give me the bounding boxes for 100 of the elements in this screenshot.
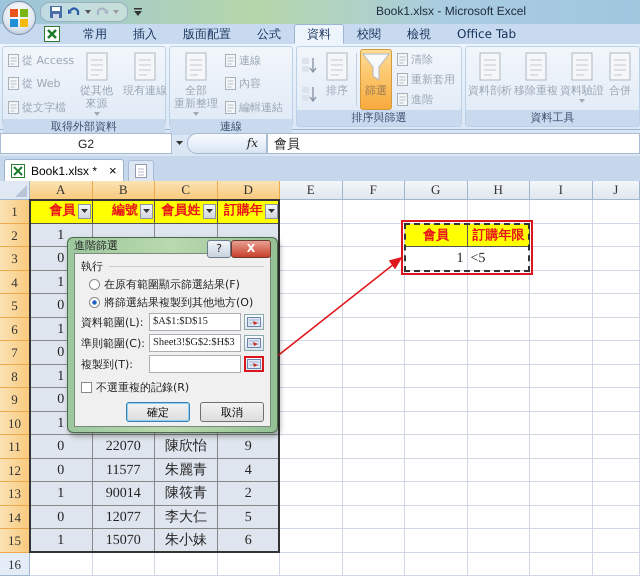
row-header[interactable]: 4 [0, 270, 30, 294]
customize-caret-icon[interactable] [134, 8, 142, 16]
office-button[interactable] [2, 1, 36, 35]
ribbon-tab[interactable]: 資料 [294, 24, 344, 44]
empty-cell [530, 200, 592, 224]
column-header[interactable]: A [30, 181, 92, 200]
row-header[interactable]: 8 [0, 364, 30, 388]
empty-cell [592, 224, 640, 247]
row-header[interactable]: 3 [0, 247, 30, 270]
range-picker-button[interactable] [244, 335, 264, 351]
empty-cell [405, 435, 468, 458]
workbook-tab[interactable]: Book1.xlsx * × [4, 159, 124, 181]
sort-descending-icon[interactable] [300, 84, 318, 103]
row-header[interactable]: 10 [0, 412, 30, 435]
filter-dropdown-button[interactable] [202, 204, 216, 219]
row-header[interactable]: 15 [0, 529, 30, 552]
caret-icon [143, 209, 150, 214]
column-header[interactable]: J [592, 181, 640, 200]
header-cell: 會員 [405, 224, 468, 247]
filter-dropdown-button[interactable] [265, 204, 278, 219]
ribbon-tab[interactable]: 檢視 [394, 24, 444, 44]
empty-cell [530, 482, 592, 506]
radio-label[interactable]: 將篩選結果複製到其他地方(O) [104, 294, 254, 310]
document-icon [7, 77, 20, 90]
range-picker-button[interactable] [244, 314, 264, 330]
empty-cell [592, 318, 640, 341]
range-field[interactable] [149, 355, 241, 373]
row-header[interactable]: 13 [0, 482, 30, 506]
ribbon-tab[interactable]: Office Tab [444, 24, 530, 44]
save-icon[interactable] [49, 5, 63, 19]
document-icon [224, 77, 237, 90]
empty-cell [468, 318, 530, 341]
ribbon-tab[interactable]: 校閱 [344, 24, 394, 44]
empty-cell [342, 506, 405, 529]
header-text: 編號 [112, 202, 138, 220]
caret-icon [268, 209, 275, 214]
range-field[interactable]: Sheet3!$G$2:$H$3 [149, 334, 241, 352]
filter-dropdown-button[interactable] [140, 204, 153, 219]
checkbox-label[interactable]: 不選重複的記錄(R) [96, 380, 190, 394]
formula-bar-grip[interactable]: fx [187, 132, 267, 154]
ribbon-tab[interactable]: 版面配置 [170, 24, 244, 44]
column-header[interactable]: B [92, 181, 155, 200]
dialog-button[interactable]: 取消 [200, 402, 264, 422]
radio-label[interactable]: 在原有範圍顯示篩選結果(F) [104, 276, 240, 292]
empty-cell [468, 364, 530, 388]
dialog-button[interactable]: 確定 [126, 402, 190, 422]
column-header[interactable]: F [342, 181, 405, 200]
empty-cell [468, 552, 530, 576]
empty-cell [468, 388, 530, 412]
spreadsheet-icon[interactable] [44, 26, 60, 42]
column-header[interactable]: H [468, 181, 530, 200]
caret-icon[interactable] [176, 141, 183, 145]
undo-icon[interactable] [68, 6, 80, 18]
row-header[interactable]: 5 [0, 294, 30, 318]
row-header[interactable]: 2 [0, 224, 30, 247]
row-header[interactable]: 16 [0, 552, 30, 576]
row-header[interactable]: 6 [0, 318, 30, 341]
column-header[interactable]: C [155, 181, 218, 200]
row-header[interactable]: 9 [0, 388, 30, 412]
row-header[interactable]: 11 [0, 435, 30, 458]
function-button[interactable]: fx [246, 136, 258, 150]
empty-cell [342, 458, 405, 482]
help-button[interactable]: ? [207, 240, 231, 258]
empty-cell [405, 318, 468, 341]
column-header[interactable]: D [218, 181, 280, 200]
range-field[interactable]: $A$1:$D$15 [149, 313, 241, 331]
table-cell: 12077 [92, 506, 155, 529]
column-header[interactable]: I [530, 181, 592, 200]
range-picker-button[interactable] [244, 356, 264, 372]
table-cell: 陳欣怡 [155, 435, 218, 458]
row-header[interactable]: 12 [0, 458, 30, 482]
empty-cell [592, 270, 640, 294]
column-header[interactable]: E [280, 181, 342, 200]
row-header[interactable]: 1 [0, 200, 30, 224]
header-cell: 訂購年限 [468, 224, 530, 247]
row-header[interactable]: 7 [0, 341, 30, 364]
group-label: 排序與篩選 [297, 110, 461, 126]
ribbon-tab[interactable]: 常用 [70, 24, 120, 44]
caret-icon[interactable] [85, 10, 91, 14]
table-cell: 陳筱青 [155, 482, 218, 506]
row-header[interactable]: 14 [0, 506, 30, 529]
table-cell: 2 [218, 482, 280, 506]
formula-field[interactable]: 會員 [267, 132, 640, 154]
sort-ascending-icon[interactable] [300, 56, 318, 74]
close-tab-button[interactable]: × [109, 163, 117, 178]
filter-dropdown-button[interactable] [78, 204, 90, 219]
ribbon-tab[interactable]: 插入 [120, 24, 170, 44]
caret-icon [80, 209, 88, 214]
name-box[interactable]: G2 [0, 132, 172, 154]
empty-cell [530, 506, 592, 529]
radio-button[interactable] [89, 296, 100, 308]
empty-cell [280, 294, 342, 318]
ribbon-tab[interactable]: 公式 [244, 24, 294, 44]
column-header[interactable]: G [405, 181, 468, 200]
new-tab-button[interactable] [128, 160, 154, 181]
document-icon [224, 100, 237, 114]
checkbox[interactable] [81, 382, 92, 392]
empty-cell [530, 294, 592, 318]
radio-button[interactable] [89, 278, 100, 290]
table-cell: 朱麗青 [155, 458, 218, 482]
